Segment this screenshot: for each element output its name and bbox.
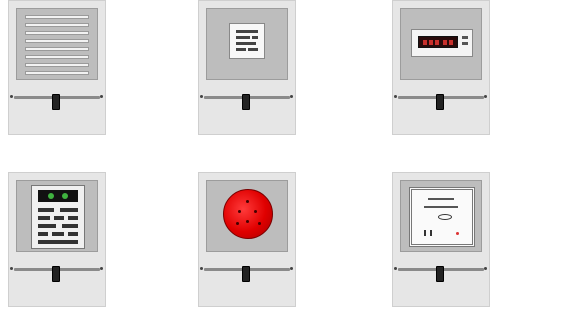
card-caption	[426, 84, 456, 92]
slider-knob[interactable]	[52, 266, 60, 282]
slider-min-dot	[394, 95, 397, 98]
device-card-3[interactable]	[392, 0, 490, 135]
control-panel-icon	[206, 8, 288, 80]
window-blinds-icon	[16, 8, 98, 80]
slider-knob[interactable]	[242, 266, 250, 282]
slider-min-dot	[10, 95, 13, 98]
slider-max-dot	[100, 267, 103, 270]
card-value-label	[12, 106, 40, 120]
device-card-2[interactable]	[198, 0, 296, 135]
slider-knob[interactable]	[242, 94, 250, 110]
slider-knob[interactable]	[436, 266, 444, 282]
slider-min-dot	[200, 267, 203, 270]
slider-knob[interactable]	[52, 94, 60, 110]
slider-max-dot	[484, 267, 487, 270]
device-card-6[interactable]	[392, 172, 490, 307]
card-value-label	[396, 106, 424, 120]
keypad-device-icon	[16, 180, 98, 252]
card-value-label	[202, 278, 230, 292]
device-card-5[interactable]	[198, 172, 296, 307]
slider-min-dot	[394, 267, 397, 270]
device-card-4[interactable]	[8, 172, 106, 307]
document-frame-icon	[400, 180, 482, 252]
card-value-label	[12, 278, 40, 292]
slider-min-dot	[200, 95, 203, 98]
slider-min-dot	[10, 267, 13, 270]
slider-max-dot	[100, 95, 103, 98]
device-card-1[interactable]	[8, 0, 106, 135]
slider-max-dot	[290, 267, 293, 270]
card-value-label	[202, 106, 230, 120]
slider-knob[interactable]	[436, 94, 444, 110]
card-caption	[42, 84, 72, 92]
digital-display-icon	[400, 8, 482, 80]
red-emergency-button-icon	[206, 180, 288, 252]
card-caption	[42, 256, 72, 264]
card-caption	[232, 256, 262, 264]
card-value-label	[396, 278, 424, 292]
card-caption	[426, 256, 456, 264]
card-caption	[232, 84, 262, 92]
slider-max-dot	[484, 95, 487, 98]
slider-max-dot	[290, 95, 293, 98]
